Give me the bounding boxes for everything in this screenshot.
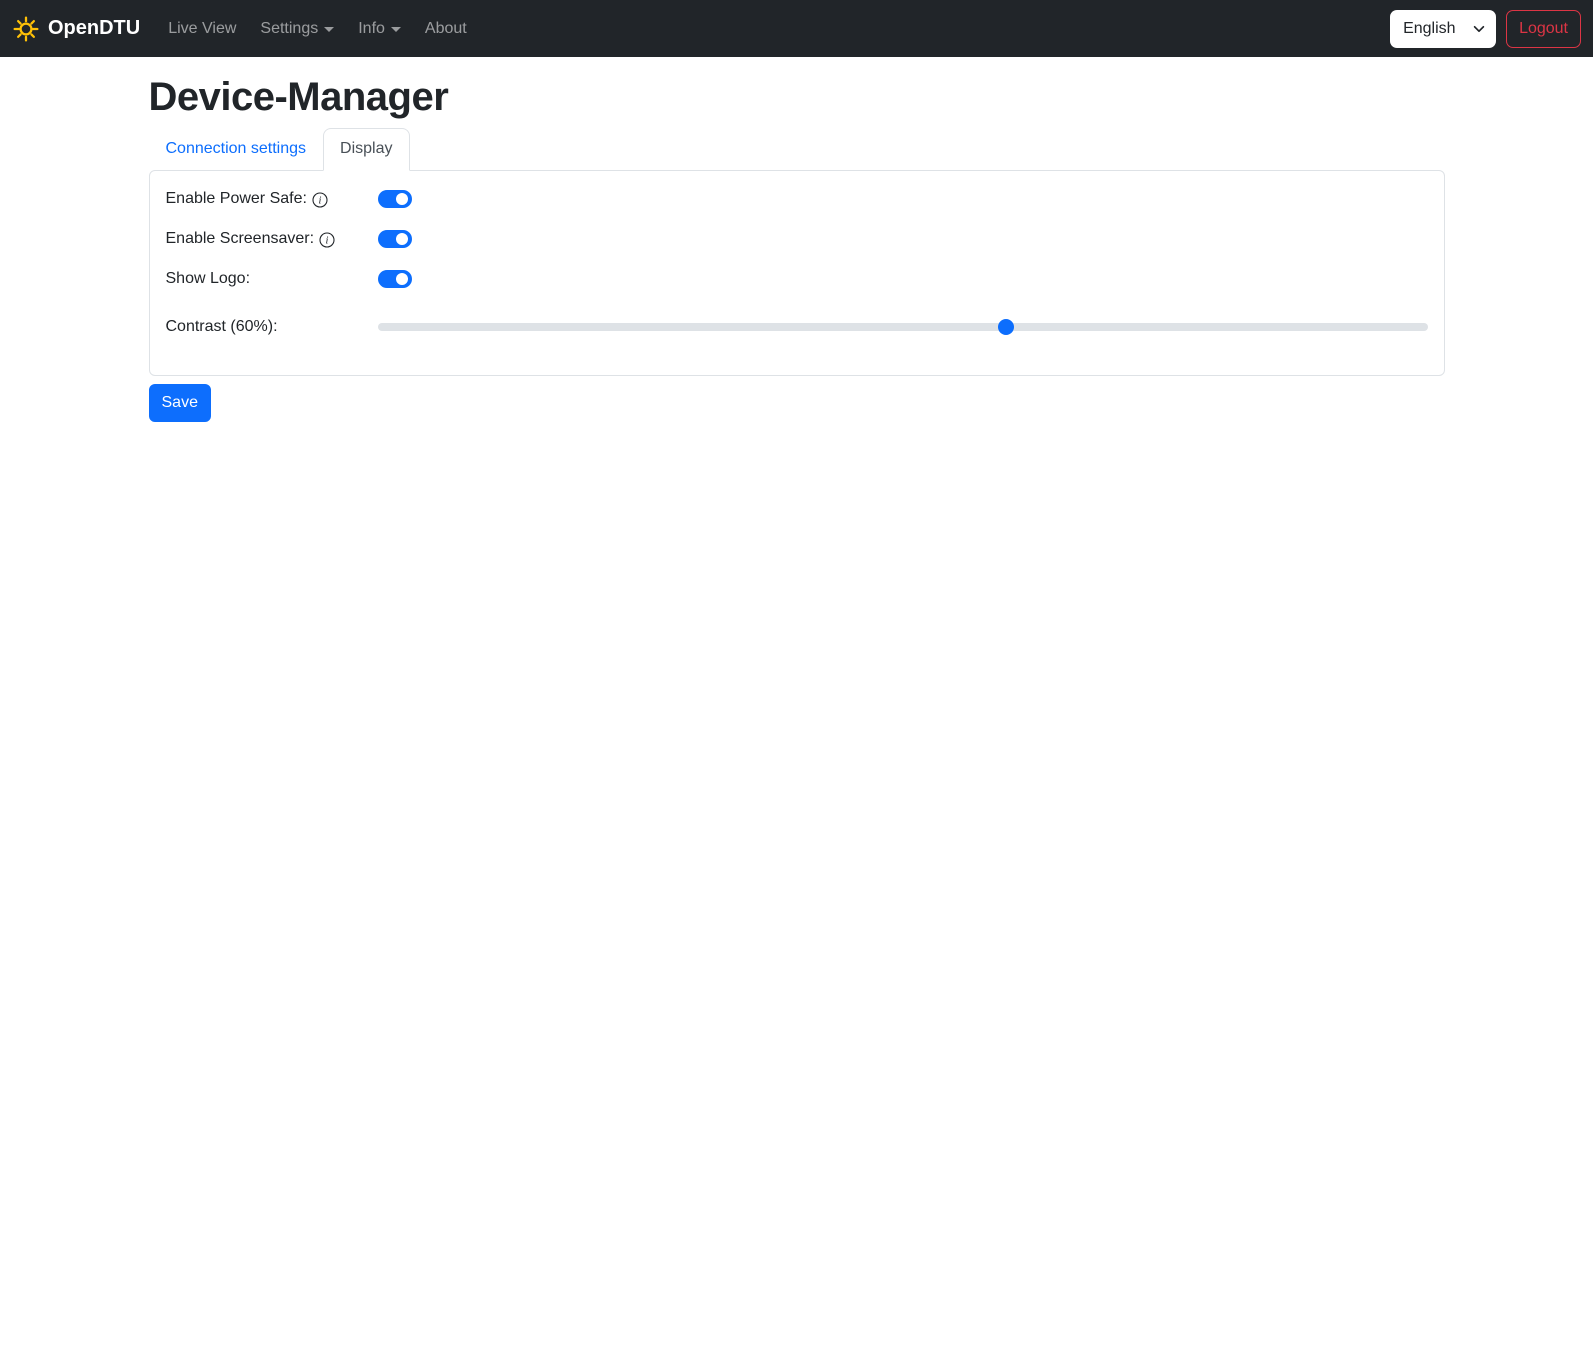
navbar-right: English Logout	[1390, 9, 1581, 48]
caret-down-icon	[390, 27, 401, 32]
nav-item-about[interactable]: About	[417, 12, 475, 46]
nav-menu: Live View Settings Info About	[156, 12, 1390, 46]
brand-label: OpenDTU	[48, 17, 141, 39]
chevron-down-icon	[1472, 22, 1486, 36]
screensaver-label: Enable Screensaver: i	[166, 227, 378, 251]
display-settings-card: Enable Power Safe: i Enable Screensaver:	[148, 170, 1445, 376]
show-logo-row: Show Logo:	[166, 267, 1428, 291]
contrast-row: Contrast (60%):	[166, 315, 1428, 339]
save-button[interactable]: Save	[148, 384, 211, 422]
brand-link[interactable]: OpenDTU	[12, 15, 140, 43]
sun-icon	[12, 15, 40, 43]
nav-item-info[interactable]: Info	[350, 12, 409, 46]
screensaver-toggle[interactable]	[377, 230, 412, 248]
contrast-slider[interactable]	[377, 319, 1428, 335]
nav-item-live-view[interactable]: Live View	[160, 12, 244, 46]
language-select[interactable]: English	[1390, 9, 1497, 48]
contrast-slider-track[interactable]	[377, 323, 1428, 331]
tab-display[interactable]: Display	[323, 128, 410, 171]
show-logo-toggle[interactable]	[377, 270, 412, 288]
navbar: OpenDTU Live View Settings Info About En…	[0, 0, 1593, 57]
page-title: Device-Manager	[148, 75, 449, 119]
svg-text:i: i	[326, 235, 329, 246]
info-icon[interactable]: i	[312, 191, 328, 208]
language-selected-value: English	[1403, 19, 1456, 37]
main-container: Device-Manager Connection settings Displ…	[137, 75, 1457, 422]
contrast-label: Contrast (60%):	[165, 318, 278, 335]
show-logo-label: Show Logo:	[165, 270, 251, 287]
power-safe-row: Enable Power Safe: i	[166, 187, 1428, 211]
screensaver-row: Enable Screensaver: i	[166, 227, 1428, 251]
tab-connection-settings[interactable]: Connection settings	[149, 128, 324, 170]
logout-button[interactable]: Logout	[1506, 9, 1581, 48]
svg-text:i: i	[318, 195, 321, 206]
tab-bar: Connection settings Display	[149, 128, 1445, 171]
caret-down-icon	[324, 27, 335, 32]
power-safe-label: Enable Power Safe: i	[166, 187, 378, 211]
nav-item-settings[interactable]: Settings	[252, 12, 342, 46]
contrast-slider-thumb[interactable]	[997, 319, 1014, 335]
info-icon[interactable]: i	[319, 231, 335, 248]
power-safe-toggle[interactable]	[377, 190, 412, 208]
